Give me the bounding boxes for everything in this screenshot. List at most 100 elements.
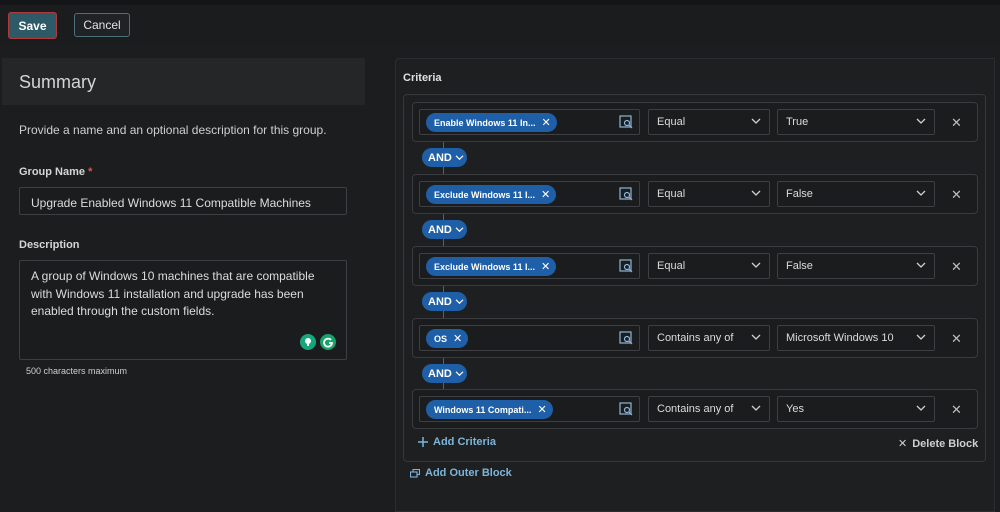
field-chip[interactable]: Exclude Windows 11 I... ✕ (426, 257, 557, 276)
and-connector-toggle[interactable]: AND (422, 148, 467, 167)
description-label: Description (19, 239, 80, 251)
value-select[interactable]: Microsoft Windows 10 (777, 325, 935, 351)
chevron-down-icon (751, 405, 761, 411)
value-text: False (786, 188, 813, 200)
chevron-down-icon (916, 118, 926, 124)
field-chip[interactable]: Windows 11 Compati... ✕ (426, 400, 553, 419)
field-selector[interactable]: Windows 11 Compati... ✕ (419, 396, 640, 422)
chip-close-icon[interactable]: ✕ (537, 403, 546, 416)
operator-value: Contains any of (657, 332, 734, 344)
description-line: enabled through the custom fields. (31, 304, 215, 318)
remove-row-close-icon[interactable]: ✕ (951, 187, 962, 203)
remove-row-close-icon[interactable]: ✕ (951, 115, 962, 131)
field-selector[interactable]: Exclude Windows 11 I... ✕ (419, 181, 640, 207)
summary-description: Provide a name and an optional descripti… (19, 123, 327, 137)
criteria-title: Criteria (403, 72, 442, 84)
value-select[interactable]: True (777, 109, 935, 135)
lookup-icon[interactable] (619, 402, 633, 416)
operator-select[interactable]: Equal (648, 253, 770, 279)
operator-value: Equal (657, 116, 686, 128)
chevron-down-icon (751, 262, 761, 268)
lookup-icon[interactable] (619, 331, 633, 345)
and-label: AND (428, 367, 452, 380)
add-criteria-label: Add Criteria (433, 436, 496, 448)
chevron-down-icon (916, 334, 926, 340)
lookup-icon[interactable] (619, 115, 633, 129)
group-name-input[interactable]: Upgrade Enabled Windows 11 Compatible Ma… (19, 187, 347, 215)
value-text: Yes (786, 403, 804, 415)
field-chip-label: Windows 11 Compati... (434, 404, 532, 415)
chip-close-icon[interactable]: ✕ (541, 188, 550, 201)
operator-select[interactable]: Contains any of (648, 396, 770, 422)
description-line: A group of Windows 10 machines that are … (31, 269, 315, 283)
value-text: True (786, 116, 809, 128)
add-criteria-button[interactable]: Add Criteria (418, 436, 496, 448)
lookup-icon[interactable] (619, 187, 633, 201)
field-chip[interactable]: Exclude Windows 11 I... ✕ (426, 185, 557, 204)
chevron-down-icon (916, 262, 926, 268)
plus-icon (418, 437, 428, 447)
chevron-down-icon (916, 405, 926, 411)
value-text: False (786, 260, 813, 272)
required-mark: * (88, 166, 93, 178)
criteria-row: OS ✕ Contains any of Microsoft Windows 1… (412, 318, 978, 358)
chevron-down-icon (751, 334, 761, 340)
description-textarea[interactable]: A group of Windows 10 machines that are … (19, 260, 347, 360)
operator-value: Equal (657, 188, 686, 200)
chevron-down-icon (751, 190, 761, 196)
value-select[interactable]: False (777, 253, 935, 279)
summary-title: Summary (19, 72, 97, 92)
chevron-down-icon (455, 155, 464, 161)
chevron-down-icon (916, 190, 926, 196)
outer-block-icon (410, 468, 420, 478)
criteria-row: Enable Windows 11 In... ✕ Equal True ✕ (412, 102, 978, 142)
remove-row-close-icon[interactable]: ✕ (951, 402, 962, 418)
chevron-down-icon (751, 118, 761, 124)
value-select[interactable]: Yes (777, 396, 935, 422)
operator-select[interactable]: Equal (648, 109, 770, 135)
field-chip[interactable]: Enable Windows 11 In... ✕ (426, 113, 557, 132)
and-label: AND (428, 223, 452, 236)
char-limit-hint: 500 characters maximum (26, 366, 128, 376)
remove-row-close-icon[interactable]: ✕ (951, 331, 962, 347)
delete-block-button[interactable]: ✕ Delete Block (898, 437, 978, 451)
criteria-row: Windows 11 Compati... ✕ Contains any of … (412, 389, 978, 429)
chip-close-icon[interactable]: ✕ (541, 116, 550, 129)
and-connector-toggle[interactable]: AND (422, 292, 467, 311)
operator-value: Contains any of (657, 403, 734, 415)
and-connector-toggle[interactable]: AND (422, 220, 467, 239)
field-chip-label: Exclude Windows 11 I... (434, 189, 535, 200)
value-select[interactable]: False (777, 181, 935, 207)
chip-close-icon[interactable]: ✕ (453, 332, 462, 345)
lookup-icon[interactable] (619, 259, 633, 273)
add-outer-block-button[interactable]: Add Outer Block (410, 467, 512, 479)
and-label: AND (428, 295, 452, 308)
chevron-down-icon (455, 371, 464, 377)
field-selector[interactable]: OS ✕ (419, 325, 640, 351)
top-border (0, 0, 1000, 5)
field-selector[interactable]: Exclude Windows 11 I... ✕ (419, 253, 640, 279)
remove-row-close-icon[interactable]: ✕ (951, 259, 962, 275)
save-button[interactable]: Save (8, 12, 57, 39)
close-icon: ✕ (898, 438, 908, 450)
chevron-down-icon (455, 299, 464, 305)
chip-close-icon[interactable]: ✕ (541, 260, 550, 273)
grammarly-widget[interactable] (300, 334, 336, 350)
description-line: with Windows 11 installation and upgrade… (31, 286, 304, 301)
and-connector-toggle[interactable]: AND (422, 364, 467, 383)
and-label: AND (428, 151, 452, 164)
group-name-label-text: Group Name (19, 166, 86, 178)
operator-select[interactable]: Contains any of (648, 325, 770, 351)
grammarly-icon[interactable] (320, 334, 336, 350)
grammarly-bulb-icon[interactable] (300, 334, 316, 350)
add-outer-block-label: Add Outer Block (425, 467, 512, 479)
operator-select[interactable]: Equal (648, 181, 770, 207)
field-chip-label: Exclude Windows 11 I... (434, 261, 535, 272)
operator-value: Equal (657, 260, 686, 272)
field-chip-label: OS (434, 333, 448, 344)
summary-header: Summary (2, 58, 365, 105)
cancel-button[interactable]: Cancel (74, 13, 130, 37)
chevron-down-icon (455, 227, 464, 233)
field-selector[interactable]: Enable Windows 11 In... ✕ (419, 109, 640, 135)
field-chip[interactable]: OS ✕ (426, 329, 469, 348)
